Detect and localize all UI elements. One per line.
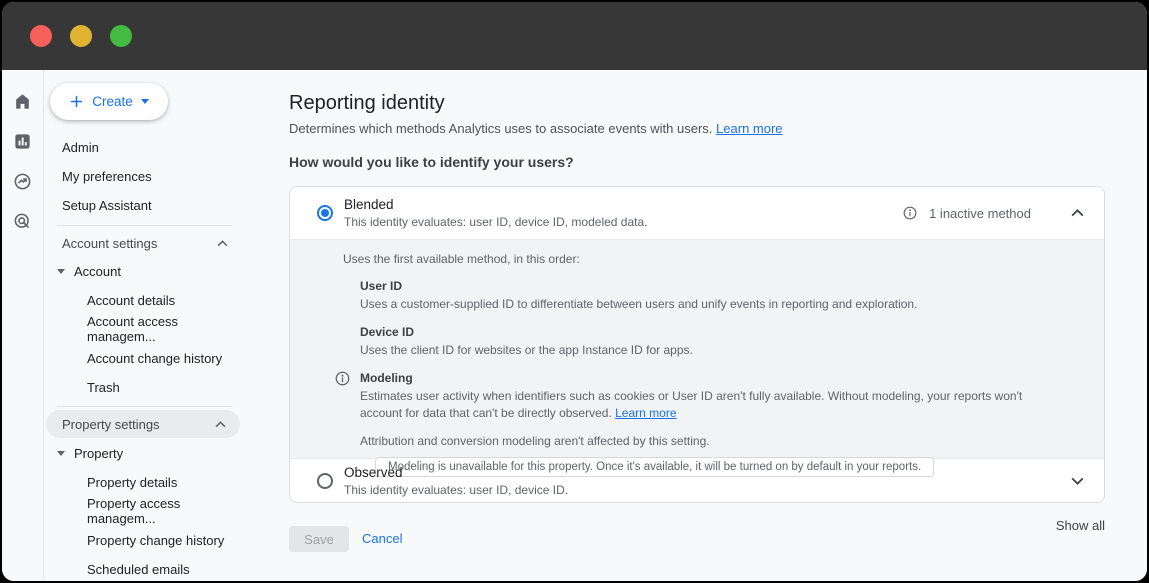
observed-label: Observed (344, 465, 1071, 480)
method-device-id: Device ID Uses the client ID for website… (360, 325, 1084, 358)
reports-bar-chart-icon[interactable] (13, 132, 32, 151)
option-blended[interactable]: Blended This identity evaluates: user ID… (290, 187, 1104, 239)
attribution-note: Attribution and conversion modeling aren… (360, 434, 1084, 448)
method-description-text: Estimates user activity when identifiers… (360, 389, 1022, 419)
close-window-button[interactable] (30, 25, 52, 47)
maximize-window-button[interactable] (110, 25, 132, 47)
sidebar-item-label: Account change history (87, 351, 222, 366)
app-window: Create Admin My preferences Setup Assist… (2, 2, 1147, 581)
section-label: Account settings (62, 236, 157, 251)
sidebar-item-label: Property (74, 446, 123, 461)
method-name: User ID (360, 279, 1084, 293)
home-icon[interactable] (13, 92, 32, 111)
sidebar-item-setup-assistant[interactable]: Setup Assistant (44, 191, 242, 219)
blended-sublabel: This identity evaluates: user ID, device… (344, 215, 903, 229)
method-modeling: Modeling Estimates user activity when id… (360, 371, 1084, 420)
sidebar-item-account-change-history[interactable]: Account change history (44, 344, 242, 372)
blended-header-right: 1 inactive method (903, 206, 1084, 221)
chevron-up-icon (215, 421, 226, 428)
method-user-id: User ID Uses a customer-supplied ID to d… (360, 279, 1084, 312)
left-icon-rail (2, 70, 44, 581)
admin-sidebar: Create Admin My preferences Setup Assist… (44, 70, 242, 581)
sidebar-item-label: Account (74, 264, 121, 279)
sidebar-divider (57, 225, 232, 226)
sidebar-item-property-details[interactable]: Property details (44, 468, 242, 496)
chevron-up-icon (217, 240, 228, 247)
plus-icon (69, 94, 84, 109)
sidebar-item-label: Trash (87, 380, 120, 395)
sidebar-item-property[interactable]: Property (44, 439, 242, 467)
page-description-text: Determines which methods Analytics uses … (289, 121, 712, 136)
page-description: Determines which methods Analytics uses … (289, 121, 783, 136)
identity-question-heading: How would you like to identify your user… (289, 154, 574, 170)
sidebar-item-property-access-management[interactable]: Property access managem... (44, 497, 242, 525)
sidebar-item-label: Admin (62, 140, 99, 155)
window-titlebar (2, 2, 1147, 70)
observed-header-right (1071, 477, 1084, 485)
method-description: Estimates user activity when identifiers… (360, 388, 1050, 420)
method-description: Uses a customer-supplied ID to different… (360, 296, 1050, 312)
blended-radio-selected[interactable] (317, 205, 333, 221)
option-observed[interactable]: Observed This identity evaluates: user I… (290, 459, 1104, 503)
observed-sublabel: This identity evaluates: user ID, device… (344, 483, 1071, 497)
show-all-container: Show all (289, 518, 1105, 533)
sidebar-item-account-access-management[interactable]: Account access managem... (44, 315, 242, 343)
observed-radio-unselected[interactable] (317, 473, 333, 489)
blended-details-panel: Uses the first available method, in this… (290, 239, 1104, 459)
info-icon[interactable] (903, 206, 917, 220)
sidebar-item-label: Property change history (87, 533, 224, 548)
sidebar-item-label: My preferences (62, 169, 152, 184)
sidebar-section-account-settings[interactable]: Account settings (44, 229, 242, 257)
sidebar-divider (57, 406, 232, 407)
sidebar-item-account[interactable]: Account (44, 257, 242, 285)
app-body: Create Admin My preferences Setup Assist… (2, 70, 1147, 581)
blended-text: Blended This identity evaluates: user ID… (344, 197, 903, 229)
sidebar-item-scheduled-emails[interactable]: Scheduled emails (44, 555, 242, 581)
blended-label: Blended (344, 197, 903, 212)
sidebar-item-label: Scheduled emails (87, 562, 190, 577)
sidebar-item-label: Account details (87, 293, 175, 308)
save-button[interactable]: Save (289, 526, 349, 552)
sidebar-item-admin[interactable]: Admin (44, 133, 242, 161)
reporting-identity-card: Blended This identity evaluates: user ID… (289, 186, 1105, 503)
method-name: Modeling (360, 371, 1084, 385)
sidebar-item-label: Setup Assistant (62, 198, 152, 213)
learn-more-link[interactable]: Learn more (716, 121, 782, 136)
sidebar-section-property-settings[interactable]: Property settings (46, 410, 240, 438)
sidebar-item-trash[interactable]: Trash (44, 373, 242, 401)
inactive-method-badge: 1 inactive method (929, 206, 1031, 221)
page-title: Reporting identity (289, 92, 445, 115)
create-button-label: Create (92, 94, 133, 109)
method-name: Device ID (360, 325, 1084, 339)
sidebar-item-label: Property details (87, 475, 177, 490)
cancel-button[interactable]: Cancel (362, 531, 402, 546)
collapse-triangle-icon (57, 269, 65, 274)
learn-more-link[interactable]: Learn more (615, 406, 676, 420)
sidebar-item-property-change-history[interactable]: Property change history (44, 526, 242, 554)
sidebar-item-my-preferences[interactable]: My preferences (44, 162, 242, 190)
minimize-window-button[interactable] (70, 25, 92, 47)
method-description: Uses the client ID for websites or the a… (360, 342, 1050, 358)
show-all-link[interactable]: Show all (1056, 518, 1105, 533)
advertising-target-icon[interactable] (13, 212, 32, 231)
sidebar-item-label: Account access managem... (87, 314, 242, 344)
sidebar-item-account-details[interactable]: Account details (44, 286, 242, 314)
create-button[interactable]: Create (50, 83, 168, 120)
create-dropdown-arrow-icon (141, 99, 149, 104)
explore-trend-icon[interactable] (13, 172, 32, 191)
sidebar-item-label: Property access managem... (87, 496, 242, 526)
info-icon (335, 371, 350, 389)
collapse-triangle-icon (57, 451, 65, 456)
methods-intro: Uses the first available method, in this… (343, 252, 1084, 266)
collapse-blended-chevron-up-icon[interactable] (1071, 209, 1084, 217)
section-label: Property settings (62, 417, 160, 432)
observed-text: Observed This identity evaluates: user I… (344, 465, 1071, 497)
expand-observed-chevron-down-icon[interactable] (1071, 477, 1084, 485)
